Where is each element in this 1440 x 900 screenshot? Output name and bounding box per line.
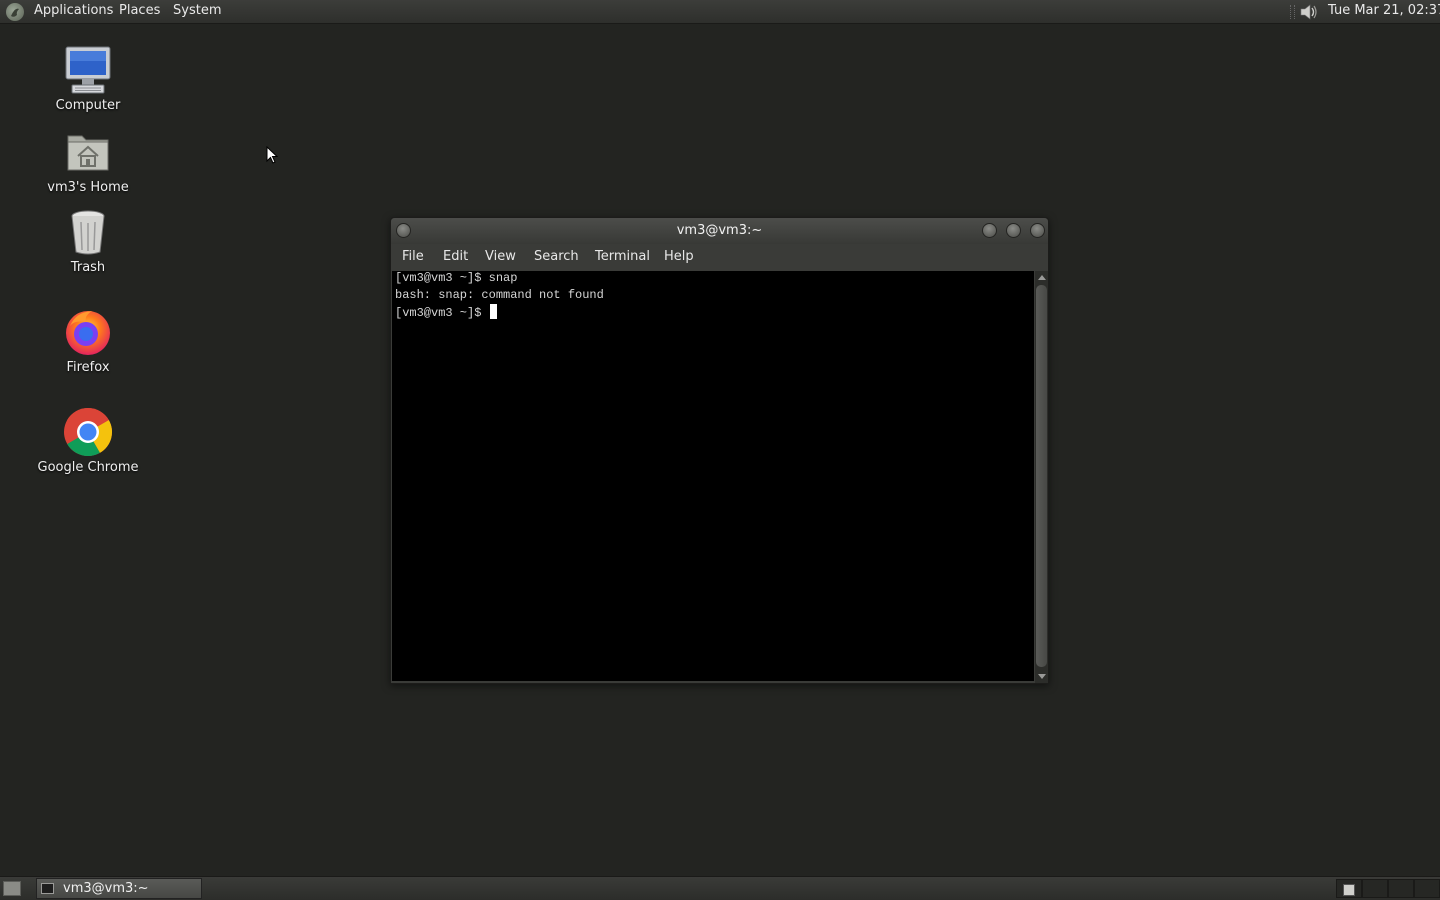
menu-terminal[interactable]: Terminal <box>591 244 654 269</box>
workspace-1[interactable] <box>1336 879 1362 898</box>
window-titlebar[interactable]: vm3@vm3:~ <box>391 218 1048 244</box>
desktop-icon-home[interactable]: vm3's Home <box>28 126 148 195</box>
menu-search[interactable]: Search <box>530 244 583 269</box>
home-folder-icon <box>62 126 114 178</box>
firefox-icon <box>62 306 114 358</box>
clock[interactable]: Tue Mar 21, 02:37 <box>1328 0 1440 23</box>
scroll-up-arrow-icon[interactable] <box>1038 275 1046 280</box>
text-cursor <box>489 304 497 319</box>
show-desktop-icon[interactable] <box>3 881 21 896</box>
desktop-icon-computer[interactable]: Computer <box>28 44 148 113</box>
scrollbar-thumb[interactable] <box>1036 285 1047 667</box>
terminal-prompt: [vm3@vm3 ~]$ <box>395 306 489 320</box>
minimize-button[interactable] <box>982 223 997 238</box>
panel-handle <box>1290 5 1295 19</box>
chrome-icon <box>62 406 114 458</box>
scroll-down-arrow-icon[interactable] <box>1038 674 1046 679</box>
top-panel: Applications Places System Tue Mar 21, 0… <box>0 0 1440 24</box>
window-title: vm3@vm3:~ <box>676 223 763 238</box>
terminal-icon <box>41 883 54 894</box>
mouse-pointer-icon <box>266 145 280 170</box>
menu-edit[interactable]: Edit <box>439 244 472 269</box>
workspace-2[interactable] <box>1362 879 1388 898</box>
desktop-icon-trash[interactable]: Trash <box>28 206 148 275</box>
volume-icon[interactable] <box>1298 2 1320 22</box>
terminal-window[interactable]: vm3@vm3:~ File Edit View Search Terminal… <box>390 217 1049 684</box>
workspace-4[interactable] <box>1414 879 1440 898</box>
close-button[interactable] <box>1030 223 1045 238</box>
desktop-icon-label: vm3's Home <box>47 180 129 195</box>
terminal-prompt-line: [vm3@vm3 ~]$ <box>395 304 497 322</box>
desktop-icon-label: Computer <box>55 98 121 113</box>
desktop-icon-label: Trash <box>70 260 106 275</box>
computer-icon <box>62 44 114 96</box>
desktop-icon-label: Google Chrome <box>37 460 139 475</box>
applications-menu[interactable]: Applications <box>28 0 119 23</box>
bottom-panel: vm3@vm3:~ <box>0 876 1440 900</box>
desktop-icon-label: Firefox <box>66 360 110 375</box>
terminal-menubar: File Edit View Search Terminal Help <box>391 244 1048 270</box>
taskbar-label: vm3@vm3:~ <box>63 881 149 896</box>
maximize-button[interactable] <box>1006 223 1021 238</box>
workspace-3[interactable] <box>1388 879 1414 898</box>
desktop-icon-firefox[interactable]: Firefox <box>28 306 148 375</box>
gnome-foot-icon[interactable] <box>6 3 24 21</box>
taskbar-button-terminal[interactable]: vm3@vm3:~ <box>36 878 202 899</box>
terminal-output[interactable]: [vm3@vm3 ~]$ snap bash: snap: command no… <box>392 271 1034 681</box>
trash-icon <box>62 206 114 258</box>
terminal-line: [vm3@vm3 ~]$ snap <box>395 271 518 285</box>
terminal-scrollbar[interactable] <box>1035 271 1048 683</box>
system-menu[interactable]: System <box>167 0 227 23</box>
terminal-line: bash: snap: command not found <box>395 288 604 302</box>
menu-file[interactable]: File <box>398 244 428 269</box>
desktop-icon-chrome[interactable]: Google Chrome <box>28 406 148 475</box>
places-menu[interactable]: Places <box>113 0 166 23</box>
menu-view[interactable]: View <box>481 244 520 269</box>
menu-help[interactable]: Help <box>660 244 698 269</box>
